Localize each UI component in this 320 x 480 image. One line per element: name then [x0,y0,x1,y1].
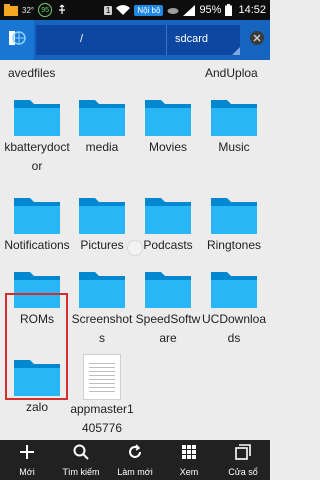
folder-icon [12,94,62,138]
breadcrumb-divider [166,25,167,55]
plus-icon [19,444,35,465]
signal-icon [183,4,196,16]
sim-indicator: 1 [103,5,113,15]
windows-label: Cửa sổ [228,466,258,477]
partial-item-label: avedfiles [8,66,56,80]
item-label: Music [218,140,250,154]
close-circle-icon [249,30,265,51]
item-label: SpeedSoftware [135,312,201,345]
folder-icon [77,266,127,310]
refresh-icon [127,443,143,465]
cloud-icon [167,6,179,14]
windows-icon [235,443,251,465]
folder-item[interactable]: Podcasts [135,192,201,255]
breadcrumb: / sdcard [36,25,240,55]
search-icon [73,444,89,465]
item-label: kbatterydoctor [4,140,70,173]
item-label: Podcasts [143,238,193,252]
item-label: media [85,140,119,154]
document-icon [83,354,121,400]
notification-count-badge: 95 [38,3,53,17]
item-label: UCDownloads [201,312,267,345]
folder-icon [77,192,127,236]
item-label: Notifications [4,238,70,252]
network-locations-button[interactable] [0,20,34,60]
battery-percent: 95% [199,4,222,16]
folder-icon [143,94,193,138]
folder-icon [12,192,62,236]
clock: 14:52 [238,4,266,16]
item-label: Movies [148,140,187,154]
grid-view-icon [181,444,197,465]
windows-button[interactable] [244,20,270,60]
globe-icon [7,28,27,53]
temperature-text: 32° [22,5,35,15]
new-label: Mới [19,466,35,477]
folder-item[interactable]: Pictures [69,192,135,255]
new-button[interactable]: Mới [0,440,54,480]
refresh-button[interactable]: Làm mới [108,440,162,480]
network-badge: Nội bộ [134,4,164,16]
bottom-toolbar: Mới Tìm kiếm Làm mới Xem Cửa sổ [0,440,270,480]
folder-item[interactable]: Ringtones [201,192,267,255]
folder-item[interactable]: Notifications [4,192,70,255]
folder-item[interactable]: Movies [135,94,201,157]
item-label: zalo [25,400,48,414]
folder-icon [209,266,259,310]
breadcrumb-sdcard[interactable]: sdcard [175,33,208,45]
refresh-label: Làm mới [117,466,153,477]
windows-toolbar-button[interactable]: Cửa sổ [216,440,270,480]
folder-item[interactable]: UCDownloads [201,266,267,348]
folder-item[interactable]: kbatterydoctor [4,94,70,176]
address-bar: / sdcard [0,20,270,60]
folder-icon [143,266,193,310]
folder-icon [209,192,259,236]
item-label: Ringtones [206,238,262,252]
folder-icon [209,94,259,138]
wifi-icon [116,4,131,16]
folder-item[interactable]: SpeedSoftware [135,266,201,348]
folder-icon [77,94,127,138]
status-bar: 32° 95 1 Nội bộ 95% 14:52 [0,0,270,20]
item-label: appmaster1405776 [70,402,134,435]
search-label: Tìm kiếm [62,466,100,477]
breadcrumb-root[interactable]: / [80,33,83,45]
file-manager-icon [4,4,18,16]
battery-icon [225,4,233,16]
folder-item[interactable]: media [69,94,135,157]
search-button[interactable]: Tìm kiếm [54,440,108,480]
view-label: Xem [179,466,199,477]
selection-highlight [5,293,68,400]
loading-indicator [127,240,143,256]
folder-icon [143,192,193,236]
file-item[interactable]: appmaster1405776 [69,354,135,438]
folder-item[interactable]: Music [201,94,267,157]
folder-item[interactable]: Screenshots [69,266,135,348]
partial-item-label: AndUploa [205,66,258,80]
view-button[interactable]: Xem [162,440,216,480]
item-label: Screenshots [71,312,133,345]
breadcrumb-corner-indicator [232,47,240,55]
usb-icon [56,4,68,16]
item-label: Pictures [80,238,124,252]
